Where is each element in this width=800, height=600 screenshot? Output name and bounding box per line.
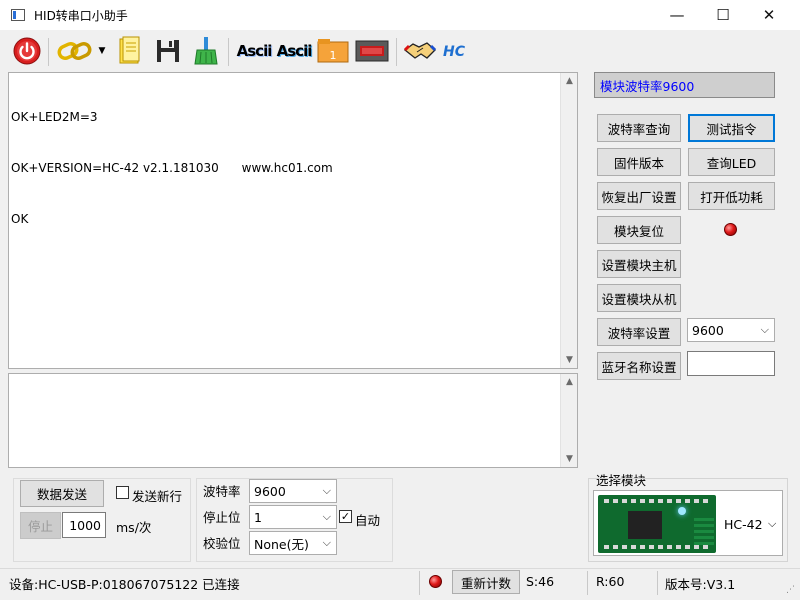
device-icon[interactable] — [354, 36, 390, 66]
status-separator — [419, 571, 420, 595]
folder-icon[interactable]: 1 — [316, 36, 350, 66]
app-icon — [11, 9, 25, 21]
baud-set-select-value: 9600 — [692, 322, 724, 338]
hc-logo-text: HC — [443, 44, 466, 60]
send-data-button[interactable]: 数据发送 — [20, 480, 104, 507]
ascii-receive-icon[interactable]: Ascii — [276, 36, 313, 66]
minimize-button[interactable]: — — [654, 0, 700, 30]
stopbit-select-value: 1 — [254, 509, 262, 525]
send-newline-checkbox[interactable] — [116, 486, 129, 499]
stopbit-select[interactable]: 1 ⌵ — [249, 505, 337, 529]
send-newline-label: 发送新行 — [132, 489, 183, 504]
chevron-down-icon: ⌵ — [322, 484, 331, 497]
factory-reset-button[interactable]: 恢复出厂设置 — [597, 182, 681, 210]
status-separator — [657, 571, 658, 595]
receive-textarea[interactable]: OK+LED2M=3 OK+VERSION=HC-42 v2.1.181030 … — [8, 72, 578, 369]
chevron-down-icon: ⌵ — [322, 510, 331, 523]
set-slave-button[interactable]: 设置模块从机 — [597, 284, 681, 312]
module-select[interactable]: HC-42 ⌵ — [593, 490, 783, 556]
link-icon[interactable] — [56, 36, 96, 66]
toolbar-separator — [228, 38, 229, 66]
power-icon[interactable] — [10, 36, 44, 66]
window-title: HID转串口小助手 — [34, 9, 128, 23]
send-textarea[interactable]: ▲ ▼ — [8, 373, 578, 468]
status-bar: 设备:HC-USB-P:018067075122 已连接 重新计数 S:46 R… — [0, 568, 800, 600]
device-status: 设备:HC-USB-P:018067075122 已连接 — [9, 577, 240, 592]
recount-button[interactable]: 重新计数 — [452, 570, 520, 594]
firmware-version-button[interactable]: 固件版本 — [597, 148, 681, 176]
close-button[interactable]: ✕ — [746, 0, 792, 30]
auto-label: 自动 — [355, 513, 381, 528]
chevron-down-icon: ⌵ — [760, 323, 769, 336]
chevron-down-icon: ⌵ — [768, 517, 777, 530]
chevron-down-icon: ⌵ — [322, 536, 331, 549]
set-master-button[interactable]: 设置模块主机 — [597, 250, 681, 278]
stopbit-label: 停止位 — [203, 510, 241, 525]
stop-button[interactable]: 停止 — [20, 512, 61, 539]
resize-grip-icon[interactable]: ⋰ — [786, 585, 795, 595]
scroll-down-icon[interactable]: ▼ — [561, 454, 578, 464]
low-power-button[interactable]: 打开低功耗 — [688, 182, 775, 210]
connection-led-icon — [429, 575, 442, 588]
query-led-button[interactable]: 查询LED — [688, 148, 775, 176]
bt-name-input[interactable] — [687, 351, 775, 376]
version-label: 版本号:V3.1 — [665, 577, 736, 592]
scroll-up-icon[interactable]: ▲ — [561, 76, 578, 86]
send-scrollbar[interactable]: ▲ ▼ — [560, 374, 577, 467]
interval-input[interactable]: 1000 — [62, 512, 106, 538]
received-count: R:60 — [596, 574, 625, 589]
clear-broom-icon[interactable] — [190, 36, 222, 66]
module-baud-display: 模块波特率9600 — [594, 72, 775, 98]
ascii-send-icon[interactable]: Ascii — [236, 36, 273, 66]
auto-checkbox[interactable]: ✓ — [339, 510, 352, 523]
folder-number: 1 — [330, 49, 337, 62]
sent-count: S:46 — [526, 574, 555, 589]
link-dropdown-icon[interactable]: ▼ — [96, 36, 108, 66]
module-name: HC-42 — [724, 517, 763, 532]
maximize-button[interactable]: ☐ — [700, 0, 746, 30]
baud-query-button[interactable]: 波特率查询 — [597, 114, 681, 142]
module-board-icon — [598, 495, 716, 553]
parity-select-value: None(无) — [254, 536, 309, 552]
receive-line: OK+LED2M=3 — [11, 110, 98, 124]
scroll-up-icon[interactable]: ▲ — [561, 377, 578, 387]
baud-set-select[interactable]: 9600 ⌵ — [687, 318, 775, 342]
scroll-down-icon[interactable]: ▼ — [561, 355, 578, 365]
receive-line: OK — [11, 212, 29, 226]
parity-select[interactable]: None(无) ⌵ — [249, 531, 337, 555]
test-command-button[interactable]: 测试指令 — [688, 114, 775, 142]
module-reset-button[interactable]: 模块复位 — [597, 216, 681, 244]
receive-content: OK+LED2M=3 OK+VERSION=HC-42 v2.1.181030 … — [11, 75, 333, 262]
status-separator — [587, 571, 588, 595]
handshake-icon[interactable] — [402, 36, 438, 66]
baud-select[interactable]: 9600 ⌵ — [249, 479, 337, 503]
bt-name-set-button[interactable]: 蓝牙名称设置 — [597, 352, 681, 380]
baud-label: 波特率 — [203, 484, 241, 499]
receive-scrollbar[interactable]: ▲ ▼ — [560, 73, 577, 368]
receive-line: OK+VERSION=HC-42 v2.1.181030 www.hc01.co… — [11, 161, 333, 175]
status-led-icon — [724, 223, 737, 236]
baud-select-value: 9600 — [254, 483, 286, 499]
save-icon[interactable] — [152, 36, 184, 66]
parity-label: 校验位 — [203, 536, 241, 551]
interval-unit: ms/次 — [116, 520, 152, 535]
baud-set-button[interactable]: 波特率设置 — [597, 318, 681, 346]
open-file-icon[interactable] — [114, 36, 146, 66]
title-bar: HID转串口小助手 — ☐ ✕ — [0, 0, 800, 30]
hc-logo-icon[interactable]: HC — [440, 36, 476, 66]
toolbar-separator — [396, 38, 397, 66]
toolbar-separator — [48, 38, 49, 66]
